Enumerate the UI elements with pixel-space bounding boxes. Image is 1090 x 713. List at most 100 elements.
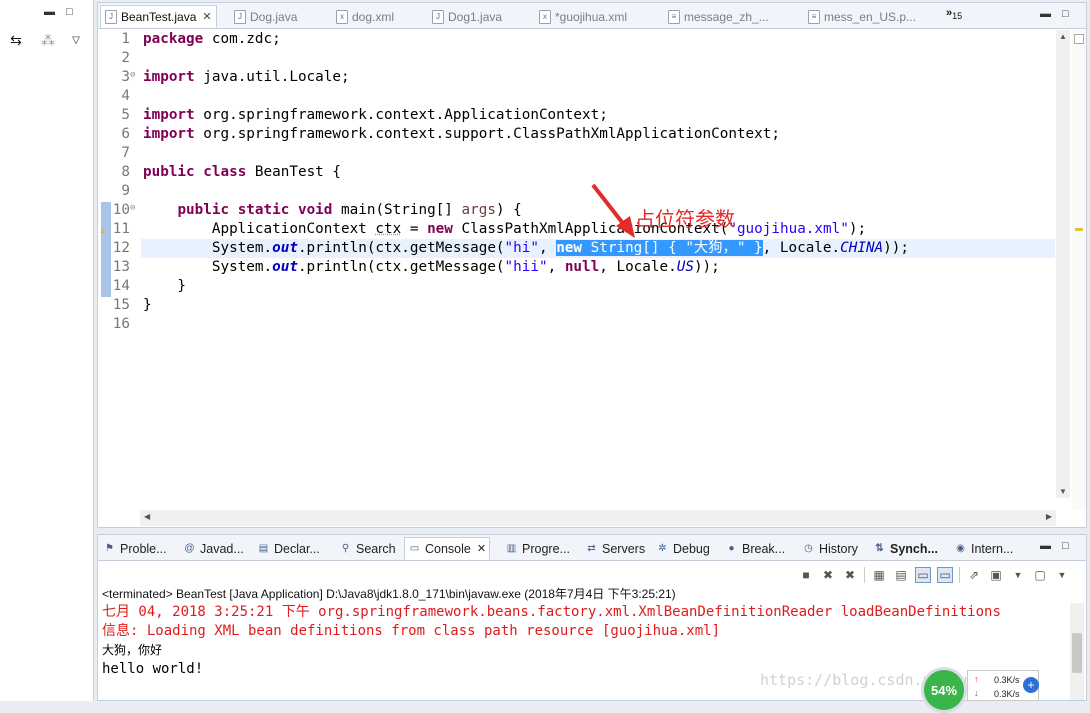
console-vertical-scrollbar[interactable] [1070, 603, 1084, 700]
scroll-right-icon[interactable]: ▶ [1046, 512, 1052, 521]
tab-console[interactable]: ▭ Console ✕ [404, 537, 491, 560]
code-text: System. [143, 259, 273, 275]
servers-icon: ⇄ [587, 543, 596, 554]
tab-breakpoints[interactable]: ● Break... [722, 537, 788, 560]
tab-declaration[interactable]: ▤ Declar... [254, 537, 323, 560]
console-toolbar: ■ ✖ ✖ ▦ ▤ ▭ ▭ ⇗ ▣ ▼ ▢ ▼ [798, 565, 1070, 585]
editor-tab-beantest[interactable]: J BeanTest.java ✕ [100, 5, 217, 28]
editor-tab-dog1-java[interactable]: J Dog1.java [428, 5, 506, 28]
code-line-6: import org.springframework.context.suppo… [143, 125, 780, 144]
chevron-down-icon[interactable]: ▼ [1010, 567, 1026, 583]
tab-label: Javad... [200, 541, 244, 556]
code-editor[interactable]: ⚠ 1 2 3 ⊖ 4 5 6 7 8 9 10 ⊖ 11 12 13 14 1… [98, 30, 1056, 510]
scroll-up-icon[interactable]: ▲ [1059, 32, 1067, 41]
code-text: java.util.Locale; [194, 69, 350, 85]
tab-servers[interactable]: ⇄ Servers [582, 537, 648, 560]
close-icon[interactable]: ✕ [477, 542, 486, 555]
scroll-down-icon[interactable]: ▼ [1059, 487, 1067, 496]
tab-problems[interactable]: ⚑ Proble... [100, 537, 170, 560]
tab-synchronize[interactable]: ⇅ Synch... [870, 537, 941, 560]
javadoc-icon: @ [184, 543, 195, 554]
clear-console-icon[interactable]: ▦ [871, 567, 887, 583]
code-text: , Locale. [599, 259, 677, 275]
editor-tab-mess-en-us[interactable]: ≡ mess_en_US.p... [804, 5, 920, 28]
tab-internal-web-browser[interactable]: ◉ Intern... [951, 537, 1016, 560]
minimize-icon[interactable]: ▬ [44, 6, 58, 18]
open-console-icon[interactable]: ▢ [1032, 567, 1048, 583]
view-menu-chevron-icon[interactable]: ▽ [66, 30, 86, 50]
pin-console-icon[interactable]: ⇗ [966, 567, 982, 583]
fold-toggle-icon[interactable]: ⊖ [130, 199, 138, 218]
tab-label: Proble... [120, 541, 167, 556]
remove-all-terminated-icon[interactable]: ✖ [842, 567, 858, 583]
left-side-panel: ▬ □ ⇆ ⁂ ▽ [0, 0, 94, 701]
tab-overflow-button[interactable]: »15 [946, 7, 962, 21]
editor-tab-guojihua-xml[interactable]: x *guojihua.xml [535, 5, 631, 28]
code-text: , [538, 240, 557, 256]
line-number: 9 [121, 183, 130, 199]
code-text: org.springframework.context.support.Clas… [194, 126, 780, 142]
word-wrap-icon[interactable]: ▭ [915, 567, 931, 583]
line-number: 1 [121, 31, 130, 47]
scroll-left-icon[interactable]: ◀ [144, 512, 150, 521]
terminate-icon[interactable]: ■ [798, 567, 814, 583]
chevron-down-icon[interactable]: ▼ [1054, 567, 1070, 583]
overview-ruler[interactable] [1072, 30, 1086, 510]
show-console-on-output-icon[interactable]: ▭ [937, 567, 953, 583]
line-number: 8 [121, 164, 130, 180]
parameter: args [461, 202, 496, 218]
keyword: public [177, 202, 230, 218]
tab-javadoc[interactable]: @ Javad... [180, 537, 247, 560]
static-constant: US [676, 259, 694, 275]
editor-horizontal-scrollbar[interactable]: ◀ ▶ [140, 510, 1056, 526]
minimize-icon[interactable]: ▬ [1040, 8, 1051, 20]
tab-progress[interactable]: ▥ Progre... [502, 537, 573, 560]
code-line-12: System.out.println(ctx.getMessage("hi" , … [143, 239, 909, 258]
code-line-10: public static void main(String[] args) { [143, 201, 522, 220]
line-number: 2 [121, 50, 130, 66]
view-tab-bar: ⚑ Proble... @ Javad... ▤ Declar... ⚲ Search … [98, 535, 1086, 561]
overview-ruler-summary-icon[interactable] [1074, 34, 1084, 44]
remove-launch-icon[interactable]: ✖ [820, 567, 836, 583]
tab-search[interactable]: ⚲ Search [336, 537, 399, 560]
java-file-icon: J [105, 9, 117, 24]
editor-tab-label: message_zh_... [684, 9, 769, 24]
keyword: new [556, 240, 583, 256]
selected-text[interactable]: new String[] { "大狗，" } [556, 240, 763, 256]
editor-vertical-scrollbar[interactable]: ▲ ▼ [1056, 30, 1070, 498]
close-icon[interactable]: ✕ [202, 10, 211, 23]
editor-tab-message-zh[interactable]: ≡ message_zh_... [664, 5, 773, 28]
tab-history[interactable]: ◷ History [799, 537, 861, 560]
scroll-lock-icon[interactable]: ▤ [893, 567, 909, 583]
tab-label: Declar... [274, 541, 320, 556]
fold-toggle-icon[interactable]: ⊖ [130, 66, 138, 85]
tab-debug[interactable]: ✲ Debug [653, 537, 713, 560]
collapse-all-icon[interactable]: ⁂ [38, 30, 58, 50]
properties-file-icon: ≡ [808, 9, 820, 24]
warning-marker[interactable] [1075, 228, 1083, 231]
net-widget-plus-button[interactable]: + [1023, 677, 1039, 693]
code-line-13: System.out.println(ctx.getMessage("hii",… [143, 258, 720, 277]
code-text: BeanTest { [246, 164, 341, 180]
internal-web-browser-icon: ◉ [956, 543, 965, 554]
keyword: package [143, 31, 204, 47]
tab-label: Intern... [971, 541, 1014, 556]
xml-file-icon: x [336, 9, 348, 24]
code-text: org.springframework.context.ApplicationC… [194, 107, 608, 123]
maximize-icon[interactable]: □ [66, 6, 80, 18]
link-with-editor-icon[interactable]: ⇆ [6, 30, 26, 50]
code-text: = [401, 221, 428, 237]
maximize-icon[interactable]: □ [1062, 540, 1069, 552]
line-number: 3 [121, 69, 130, 85]
code-text: ) { [495, 202, 522, 218]
display-selected-console-icon[interactable]: ▣ [988, 567, 1004, 583]
scrollbar-thumb[interactable] [1072, 633, 1082, 673]
network-monitor-widget[interactable]: 54% ↑ 0.3K/s ↓ 0.3K/s + [921, 667, 1047, 713]
line-number: 13 [112, 259, 130, 275]
editor-pane: J BeanTest.java ✕ J Dog.java x dog.xml J… [97, 2, 1087, 528]
maximize-icon[interactable]: □ [1062, 8, 1069, 20]
editor-tab-dog-java[interactable]: J Dog.java [230, 5, 301, 28]
minimize-icon[interactable]: ▬ [1040, 540, 1051, 552]
editor-tab-dog-xml[interactable]: x dog.xml [332, 5, 398, 28]
